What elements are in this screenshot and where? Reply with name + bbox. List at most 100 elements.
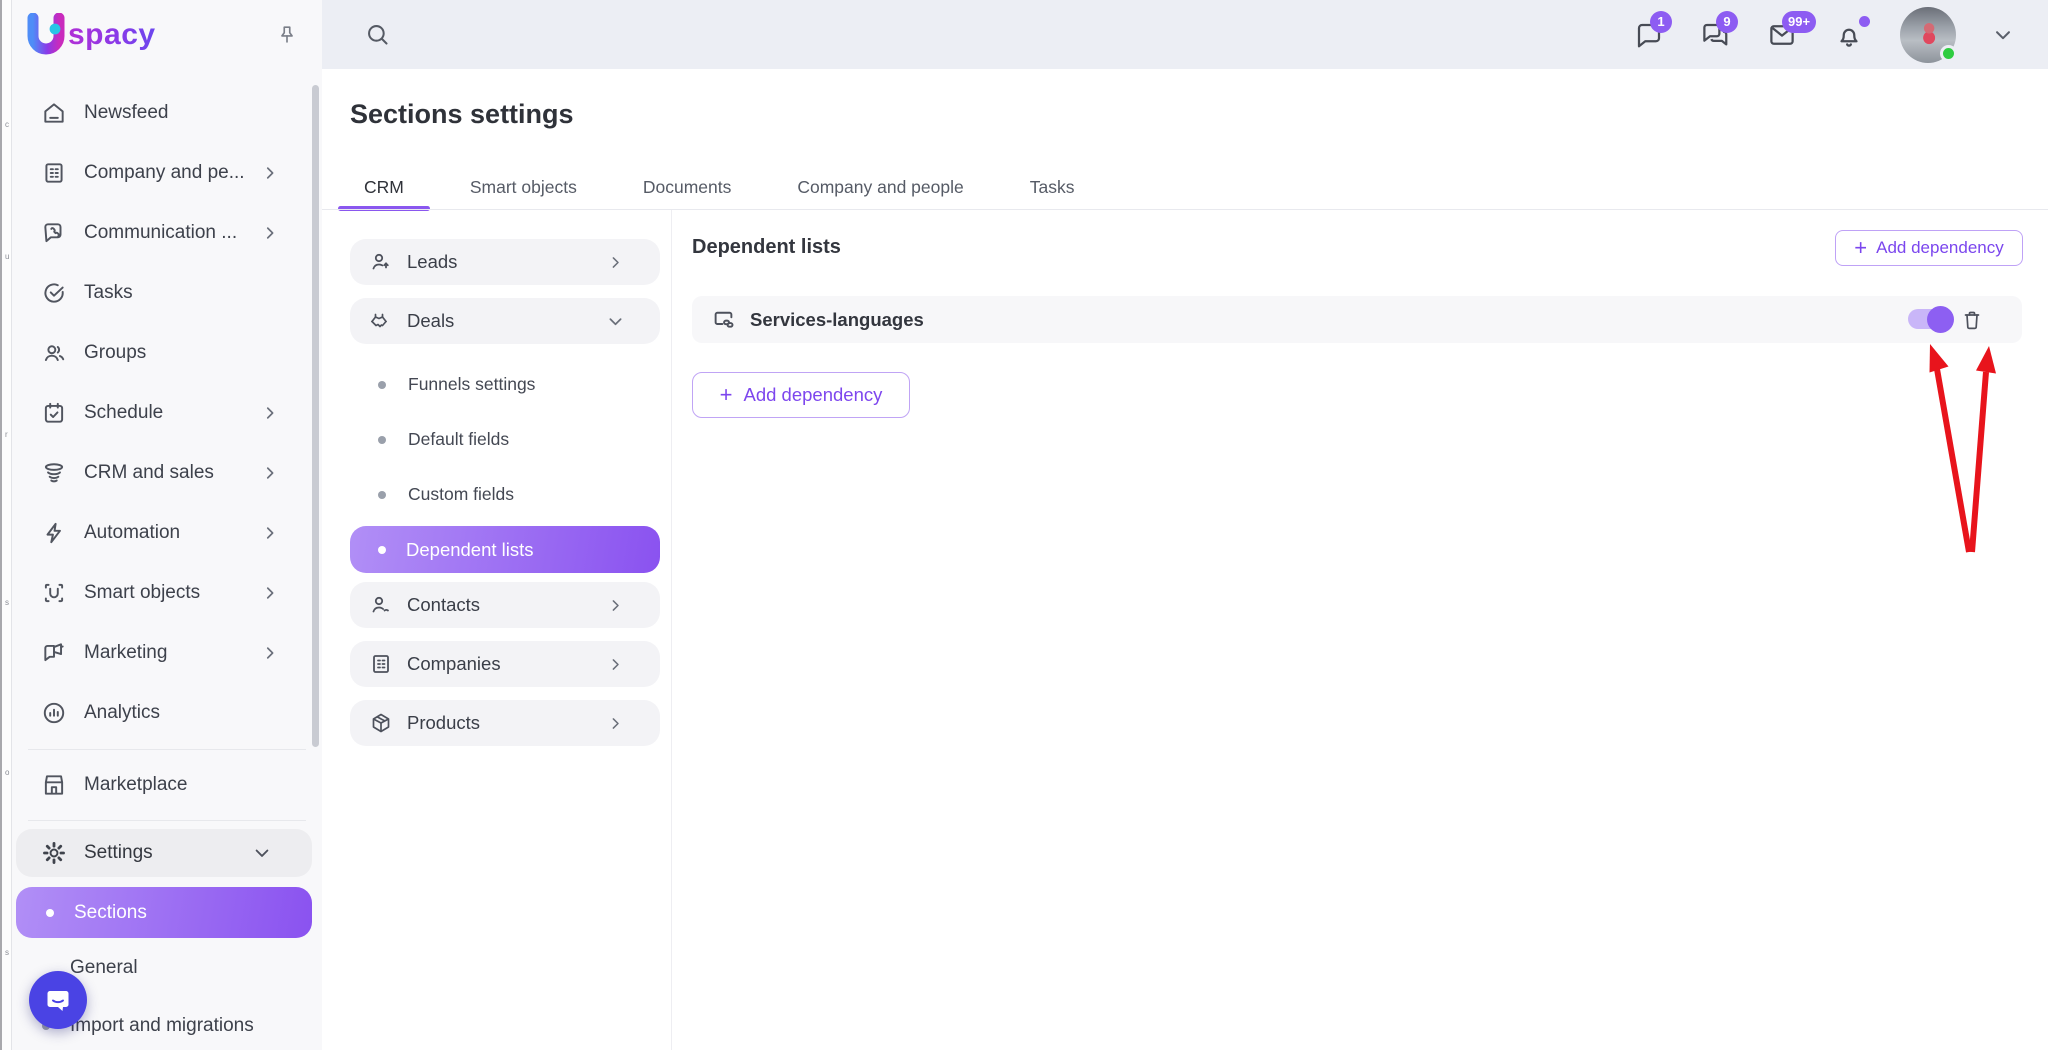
sidebar-item-label: Newsfeed — [84, 102, 169, 124]
sidebar-item-crm-and-sales[interactable]: CRM and sales — [12, 443, 322, 503]
user-menu-chevron-icon[interactable] — [1992, 24, 2014, 46]
submenu-item-companies[interactable]: Companies — [350, 641, 660, 687]
tab-documents[interactable]: Documents — [617, 165, 758, 210]
crm-submenu: Leads Deals Funnels settings Default fie… — [350, 239, 660, 759]
tab-smart-objects[interactable]: Smart objects — [444, 165, 603, 210]
submenu-item-custom-fields[interactable]: Custom fields — [350, 467, 660, 522]
plus-icon: + — [720, 384, 733, 406]
sidebar-item-label: Marketing — [84, 642, 167, 664]
sidebar-item-newsfeed[interactable]: Newsfeed — [12, 83, 322, 143]
submenu-item-default-fields[interactable]: Default fields — [350, 412, 660, 467]
bullet-icon — [378, 381, 386, 389]
chevron-right-icon — [603, 597, 628, 614]
chevron-right-icon — [256, 644, 283, 662]
sidebar-item-marketplace[interactable]: Marketplace — [12, 756, 322, 814]
calendar-icon — [40, 400, 67, 426]
topbar: 1 9 99+ — [322, 0, 2048, 69]
building-icon — [40, 160, 67, 186]
divider — [322, 209, 2048, 210]
chevron-right-icon — [603, 254, 628, 271]
sidebar-item-schedule[interactable]: Schedule — [12, 383, 322, 443]
sidebar-item-label: Groups — [84, 342, 146, 364]
submenu-item-deals[interactable]: Deals — [350, 298, 660, 344]
sidebar: spacy Newsfeed Company and pe... — [12, 0, 322, 1050]
chat-phone-icon — [40, 220, 67, 246]
group-chats-badge: 9 — [1716, 11, 1738, 33]
trash-icon[interactable] — [1958, 307, 1985, 333]
messenger-badge: 1 — [1650, 11, 1672, 33]
dependency-toggle-on[interactable] — [1908, 309, 1950, 329]
sidebar-item-tasks[interactable]: Tasks — [12, 263, 322, 323]
logo-text: spacy — [68, 18, 156, 52]
submenu-item-label: Deals — [407, 310, 454, 332]
submenu-item-label: Funnels settings — [408, 374, 535, 395]
sidebar-item-communications[interactable]: Communication ... — [12, 203, 322, 263]
chevron-right-icon — [603, 715, 628, 732]
submenu-item-products[interactable]: Products — [350, 700, 660, 746]
sidebar-item-sections-active[interactable]: Sections — [16, 887, 312, 938]
lightning-icon — [40, 520, 67, 546]
search-icon[interactable] — [364, 21, 391, 48]
sidebar-item-label: Smart objects — [84, 582, 200, 604]
group-chats-icon[interactable]: 9 — [1700, 20, 1730, 50]
check-circle-icon — [40, 280, 67, 306]
sidebar-item-groups[interactable]: Groups — [12, 323, 322, 383]
contact-person-icon — [368, 593, 393, 617]
submenu-item-dependent-lists-active[interactable]: Dependent lists — [350, 526, 660, 573]
smart-objects-icon — [40, 580, 67, 606]
chevron-right-icon — [256, 464, 283, 482]
toggle-knob — [1927, 306, 1954, 333]
people-icon — [40, 340, 67, 366]
chat-bubble-icon — [43, 985, 73, 1015]
handshake-icon — [368, 309, 393, 333]
submenu-item-label: Default fields — [408, 429, 509, 450]
add-dependency-label: Add dependency — [743, 384, 882, 406]
uspacy-logo[interactable]: spacy — [26, 13, 156, 57]
messenger-icon[interactable]: 1 — [1634, 20, 1664, 50]
divider — [28, 820, 306, 821]
bell-notification-dot — [1859, 16, 1870, 27]
annotation-arrows — [1905, 330, 2025, 570]
pin-sidebar-icon[interactable] — [276, 23, 298, 47]
sidebar-item-label: Import and migrations — [70, 1015, 254, 1037]
chevron-right-icon — [256, 584, 283, 602]
linked-list-icon — [710, 306, 737, 333]
user-avatar[interactable] — [1900, 7, 1956, 63]
submenu-item-leads[interactable]: Leads — [350, 239, 660, 285]
funnel-layers-icon — [40, 460, 67, 486]
bullet-icon — [378, 546, 386, 554]
sidebar-item-company-and-people[interactable]: Company and pe... — [12, 143, 322, 203]
sidebar-item-settings[interactable]: Settings — [16, 829, 312, 877]
submenu-item-contacts[interactable]: Contacts — [350, 582, 660, 628]
sidebar-item-label: Communication ... — [84, 222, 237, 244]
gear-icon — [40, 840, 67, 866]
tab-crm[interactable]: CRM — [338, 165, 430, 210]
sidebar-item-analytics[interactable]: Analytics — [12, 683, 322, 743]
tab-company-and-people[interactable]: Company and people — [771, 165, 989, 210]
mail-icon[interactable]: 99+ — [1766, 20, 1798, 50]
tab-tasks[interactable]: Tasks — [1004, 165, 1101, 210]
submenu-item-label: Contacts — [407, 594, 480, 616]
sidebar-item-marketing[interactable]: Marketing — [12, 623, 322, 683]
sidebar-scrollbar[interactable] — [312, 85, 319, 747]
sidebar-item-automation[interactable]: Automation — [12, 503, 322, 563]
chevron-right-icon — [256, 404, 283, 422]
add-dependency-button-bottom[interactable]: + Add dependency — [692, 372, 910, 418]
panel-heading: Dependent lists — [692, 236, 841, 259]
dependency-name: Services-languages — [750, 309, 924, 331]
add-dependency-label: Add dependency — [1876, 238, 2004, 258]
submenu-item-funnels-settings[interactable]: Funnels settings — [350, 357, 660, 412]
storefront-icon — [40, 772, 67, 798]
sidebar-item-smart-objects[interactable]: Smart objects — [12, 563, 322, 623]
submenu-item-label: Companies — [407, 653, 501, 675]
chevron-right-icon — [256, 164, 283, 182]
analytics-icon — [40, 700, 67, 726]
sidebar-item-label: Analytics — [84, 702, 160, 724]
chevron-right-icon — [256, 224, 283, 242]
tab-bar: CRM Smart objects Documents Company and … — [338, 165, 1100, 210]
chevron-right-icon — [603, 656, 628, 673]
support-chat-widget[interactable] — [29, 971, 87, 1029]
add-dependency-button-top[interactable]: + Add dependency — [1835, 230, 2023, 266]
bell-icon[interactable] — [1834, 20, 1864, 50]
home-icon — [40, 100, 67, 126]
